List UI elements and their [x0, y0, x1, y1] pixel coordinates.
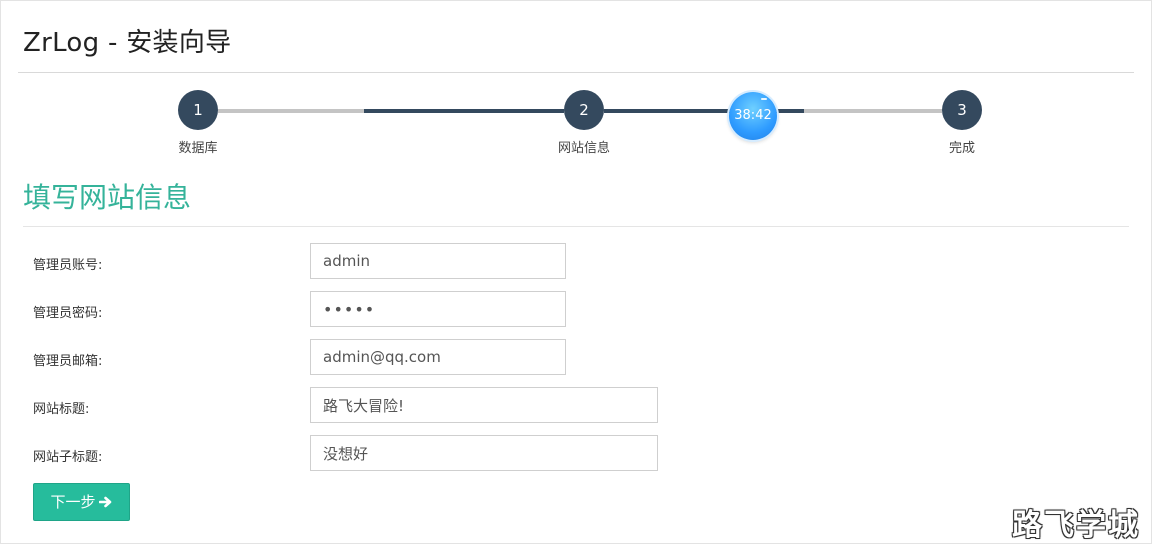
admin-account-label: 管理员账号: [33, 258, 103, 273]
site-subtitle-label: 网站子标题: [33, 450, 103, 465]
admin-password-label: 管理员密码: [33, 306, 103, 321]
step-2-circle: 2 [564, 90, 604, 130]
step-1-circle: 1 [178, 90, 218, 130]
step-3-circle: 3 [942, 90, 982, 130]
step-2-label: 网站信息 [557, 141, 610, 156]
header-divider [18, 72, 1134, 73]
app-title: ZrLog - 安装向导 [23, 28, 232, 58]
section-title: 填写网站信息 [23, 181, 192, 214]
watermark-logo: 路飞学城 [1012, 508, 1140, 543]
progress-track-complete-part1 [218, 109, 364, 113]
timer-tick-icon [761, 98, 767, 100]
site-subtitle-input[interactable] [310, 435, 658, 471]
section-divider [23, 226, 1129, 227]
next-step-label: 下一步 [50, 493, 96, 511]
admin-password-input[interactable] [310, 291, 566, 327]
next-step-button[interactable]: 下一步 [33, 483, 130, 521]
site-title-label: 网站标题: [33, 402, 90, 417]
admin-email-label: 管理员邮箱: [33, 354, 103, 369]
site-title-input[interactable] [310, 387, 658, 423]
timer-widget[interactable]: 38:42 [729, 92, 777, 140]
admin-account-input[interactable] [310, 243, 566, 279]
step-1-label: 数据库 [178, 141, 218, 156]
admin-email-input[interactable] [310, 339, 566, 375]
arrow-right-icon [98, 484, 113, 520]
progress-track-remaining [804, 109, 942, 113]
timer-text: 38:42 [734, 108, 772, 123]
step-3-label: 完成 [948, 141, 975, 156]
progress-track-complete-part2 [364, 109, 564, 113]
